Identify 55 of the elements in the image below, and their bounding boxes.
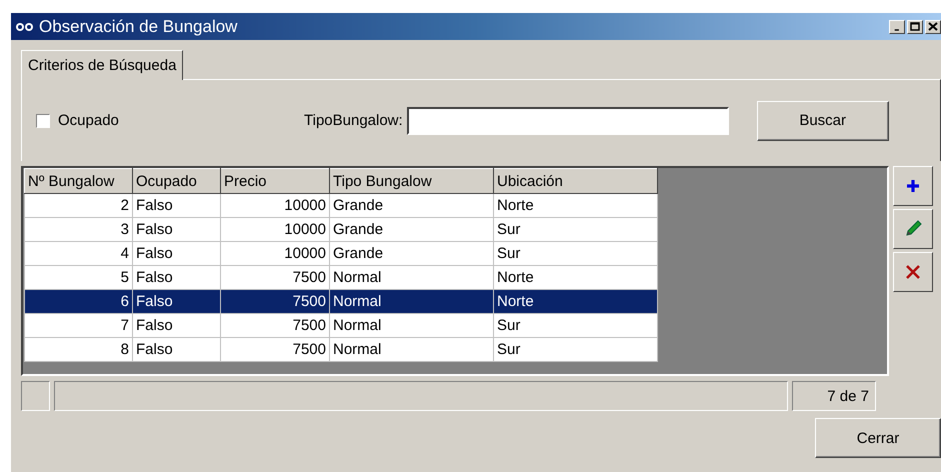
checkbox-label: Ocupado	[58, 112, 119, 129]
table-cell: Falso	[132, 338, 220, 362]
eyes-icon	[15, 22, 35, 32]
close-icon	[928, 22, 938, 31]
edit-button[interactable]	[893, 209, 933, 249]
table-cell: Falso	[132, 218, 220, 242]
table-cell: Falso	[132, 314, 220, 338]
table-cell: Grande	[330, 194, 494, 218]
input-field[interactable]	[406, 106, 729, 134]
table-cell: 10000	[220, 242, 330, 266]
table-cell: Falso	[132, 194, 220, 218]
table-cell: Sur	[494, 242, 658, 266]
table-cell: Normal	[330, 338, 494, 362]
table-cell: Norte	[494, 194, 658, 218]
table-cell: Norte	[494, 290, 658, 314]
column-header[interactable]: Ubicación	[494, 168, 658, 194]
column-header[interactable]: Nº Bungalow	[24, 168, 132, 194]
table-cell: 7500	[220, 290, 330, 314]
table-cell: 10000	[220, 218, 330, 242]
table-cell: 3	[24, 218, 132, 242]
field-label: TipoBungalow:	[304, 112, 403, 129]
tab[interactable]: Criterios de Búsqueda	[21, 50, 184, 80]
table-cell: Normal	[330, 314, 494, 338]
record-count: 7 de 7	[792, 381, 876, 411]
maximize-icon	[910, 22, 920, 31]
table-cell: 6	[24, 290, 132, 314]
table-cell: 10000	[220, 194, 330, 218]
column-header[interactable]: Ocupado	[132, 168, 220, 194]
add-button[interactable]	[893, 166, 933, 206]
table-cell: Sur	[494, 338, 658, 362]
table-cell: 7500	[220, 314, 330, 338]
table-cell: 7500	[220, 338, 330, 362]
table-cell: Normal	[330, 290, 494, 314]
table-cell: Grande	[330, 242, 494, 266]
table-cell: 2	[24, 194, 132, 218]
table-cell: 7	[24, 314, 132, 338]
table-cell: Sur	[494, 314, 658, 338]
close-button[interactable]: Cerrar	[815, 418, 941, 458]
column-header[interactable]: Tipo Bungalow	[330, 168, 494, 194]
minimize-button[interactable]	[889, 20, 905, 34]
column-header[interactable]: Precio	[220, 168, 330, 194]
table-cell: Sur	[494, 218, 658, 242]
checkbox[interactable]	[36, 114, 50, 128]
search-button[interactable]: Buscar	[756, 100, 889, 140]
table-cell: 4	[24, 242, 132, 266]
status-panel	[21, 381, 50, 411]
window-title: Observación de Bungalow	[39, 16, 238, 36]
maximize-button[interactable]	[907, 20, 923, 34]
table-cell: 8	[24, 338, 132, 362]
delete-button[interactable]	[893, 252, 933, 292]
minimize-icon	[894, 28, 900, 30]
table-cell: Falso	[132, 242, 220, 266]
close-button[interactable]	[925, 20, 941, 34]
table-cell: Falso	[132, 290, 220, 314]
table-cell: Grande	[330, 218, 494, 242]
